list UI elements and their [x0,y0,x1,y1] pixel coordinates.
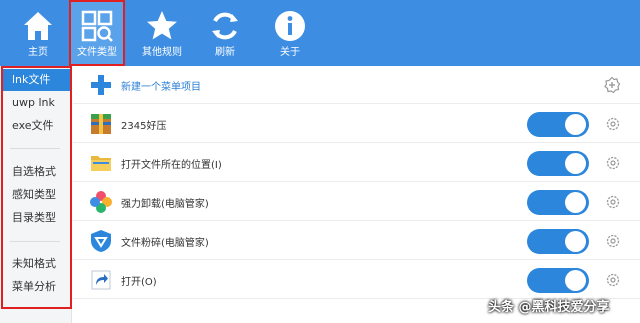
sidebar-divider [10,241,60,242]
sidebar-item-perceived-type[interactable]: 感知类型 [2,184,70,206]
toolbar-refresh-label: 刷新 [215,47,235,58]
toggle-knob [565,231,586,252]
shield-icon [91,230,111,252]
menu-item-label: 文件粉碎(电脑管家) [121,238,209,249]
enable-toggle[interactable] [527,151,589,176]
file-type-icon [81,10,113,42]
menu-item-row[interactable]: 强力卸载(电脑管家) [73,183,640,221]
plus-icon [91,75,111,95]
toolbar-home-label: 主页 [28,47,48,58]
gear-icon[interactable] [605,116,621,132]
new-menu-item-row[interactable]: 新建一个菜单项目 [73,66,640,104]
sidebar-divider [10,148,60,149]
info-icon [275,11,305,41]
sidebar-item-custom-format[interactable]: 自选格式 [2,161,70,183]
menu-item-row[interactable]: 2345好压 [73,105,640,143]
toolbar-refresh-button[interactable]: 刷新 [196,0,254,66]
enable-toggle[interactable] [527,190,589,215]
toolbar-file-type-button[interactable]: 文件类型 [69,0,125,66]
toggle-knob [565,114,586,135]
toolbar: 主页 文件类型 其他规则 刷新 关于 [0,0,640,66]
uninstall-icon [90,191,112,213]
app-window: 主页 文件类型 其他规则 刷新 关于 lnk文件 uwp lnk exe文件 自… [0,0,640,323]
refresh-icon [212,12,238,40]
menu-item-label: 打开文件所在的位置(I) [121,160,222,171]
shortcut-arrow-icon [91,270,111,290]
sidebar: lnk文件 uwp lnk exe文件 自选格式 感知类型 目录类型 未知格式 … [0,66,72,323]
toolbar-other-rules-label: 其他规则 [142,47,182,58]
toggle-knob [565,270,586,291]
gear-icon[interactable] [605,272,621,288]
toolbar-about-button[interactable]: 关于 [261,0,319,66]
toggle-knob [565,192,586,213]
star-icon [147,11,177,40]
folder-icon [91,156,111,171]
menu-item-row[interactable]: 打开(O) [73,261,640,299]
sidebar-item-menu-analysis[interactable]: 菜单分析 [2,276,70,298]
gear-icon[interactable] [605,194,621,210]
sidebar-item-lnk[interactable]: lnk文件 [2,69,70,91]
gear-icon[interactable] [605,155,621,171]
menu-item-row[interactable]: 打开文件所在的位置(I) [73,144,640,182]
sidebar-item-exe[interactable]: exe文件 [2,115,70,137]
menu-item-list: 新建一个菜单项目 2345好压 打开文件所在的位置(I) 强力卸载(电脑管家) … [73,66,640,323]
sidebar-item-directory-type[interactable]: 目录类型 [2,207,70,229]
menu-item-label: 2345好压 [121,121,167,132]
add-settings-icon[interactable] [603,76,621,94]
toolbar-home-button[interactable]: 主页 [9,0,67,66]
sidebar-item-uwp-lnk[interactable]: uwp lnk [2,92,70,114]
toolbar-about-label: 关于 [280,47,300,58]
menu-item-label: 强力卸载(电脑管家) [121,199,209,210]
toggle-knob [565,153,586,174]
enable-toggle[interactable] [527,268,589,293]
toolbar-other-rules-button[interactable]: 其他规则 [133,0,191,66]
toolbar-file-type-label: 文件类型 [77,47,117,58]
home-icon [24,12,52,40]
sidebar-item-unknown-format[interactable]: 未知格式 [2,253,70,275]
archive-icon [91,114,111,134]
new-menu-item-label[interactable]: 新建一个菜单项目 [121,78,201,93]
enable-toggle[interactable] [527,112,589,137]
menu-item-row[interactable]: 文件粉碎(电脑管家) [73,222,640,260]
enable-toggle[interactable] [527,229,589,254]
gear-icon[interactable] [605,233,621,249]
watermark: 头条 @黑科技爱分享 [488,300,610,315]
menu-item-label: 打开(O) [121,277,157,288]
